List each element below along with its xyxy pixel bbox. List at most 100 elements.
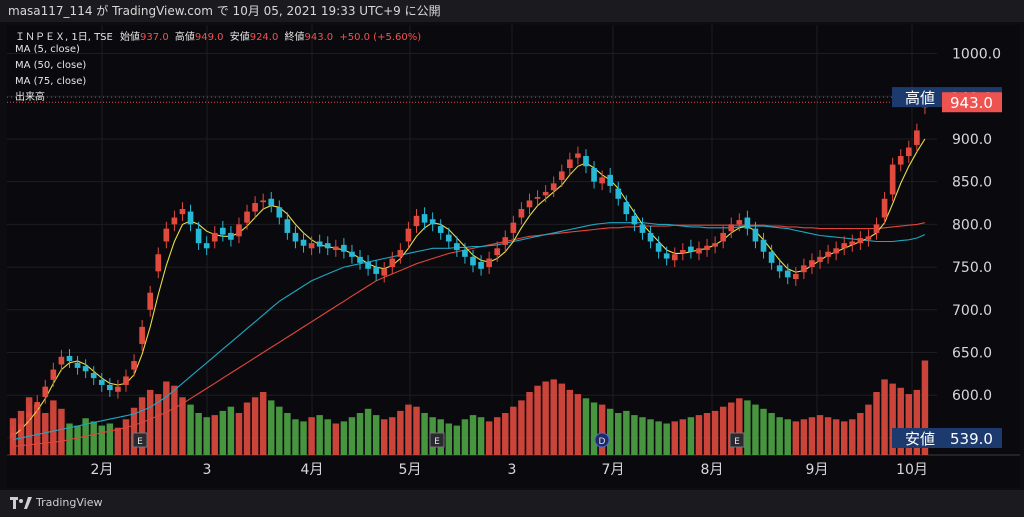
candle-body[interactable]: [841, 243, 848, 249]
candle-body[interactable]: [647, 232, 654, 242]
candle-body[interactable]: [236, 224, 242, 237]
candle-body[interactable]: [139, 326, 145, 344]
candle-body[interactable]: [203, 243, 210, 249]
candle-body[interactable]: [381, 268, 388, 276]
candle-body[interactable]: [421, 214, 428, 223]
candle-body[interactable]: [478, 261, 484, 269]
candle-body[interactable]: [171, 217, 178, 225]
candle-body[interactable]: [66, 355, 73, 362]
candle-body[interactable]: [260, 200, 266, 203]
candle-body[interactable]: [865, 236, 872, 240]
candle-body[interactable]: [98, 379, 105, 385]
candle-body[interactable]: [195, 228, 202, 244]
candle-body[interactable]: [341, 244, 347, 252]
candle-body[interactable]: [752, 228, 759, 242]
candle-body[interactable]: [631, 215, 638, 225]
candle-body[interactable]: [405, 228, 412, 242]
candle-body[interactable]: [494, 248, 501, 256]
ma75-legend[interactable]: MA (75, close): [15, 76, 86, 87]
candle-body[interactable]: [284, 219, 291, 233]
candle-body[interactable]: [575, 153, 581, 158]
candle-body[interactable]: [228, 232, 234, 240]
candle-body[interactable]: [316, 241, 323, 247]
ma5-legend[interactable]: MA (5, close): [15, 44, 80, 55]
candle-body[interactable]: [768, 251, 775, 263]
candle-body[interactable]: [736, 220, 743, 225]
candle-body[interactable]: [502, 237, 509, 245]
candle-body[interactable]: [542, 191, 549, 196]
candle-body[interactable]: [905, 147, 912, 157]
candle-body[interactable]: [671, 254, 678, 261]
candle-body[interactable]: [712, 243, 718, 247]
candle-body[interactable]: [744, 217, 751, 229]
candle-body[interactable]: [82, 366, 89, 372]
candle-body[interactable]: [42, 386, 49, 397]
candle-body[interactable]: [90, 373, 97, 379]
candle-body[interactable]: [817, 256, 823, 262]
candle-body[interactable]: [558, 171, 565, 180]
candle-body[interactable]: [567, 159, 573, 168]
candle-body[interactable]: [550, 183, 557, 191]
tradingview-logo[interactable]: TradingView: [10, 495, 102, 511]
candle-body[interactable]: [486, 258, 492, 268]
candle-body[interactable]: [663, 253, 670, 259]
candle-body[interactable]: [292, 232, 299, 242]
candle-body[interactable]: [373, 267, 379, 274]
candle-body[interactable]: [131, 361, 137, 370]
candle-body[interactable]: [809, 260, 815, 268]
candle-body[interactable]: [308, 243, 315, 249]
candle-body[interactable]: [454, 243, 460, 250]
candle-body[interactable]: [615, 188, 622, 199]
candle-body[interactable]: [623, 202, 630, 215]
candle-body[interactable]: [462, 250, 468, 257]
candle-body[interactable]: [332, 246, 339, 250]
candle-body[interactable]: [873, 224, 880, 233]
candle-body[interactable]: [50, 369, 57, 380]
candle-body[interactable]: [720, 232, 726, 242]
candle-body[interactable]: [34, 402, 41, 408]
candle-body[interactable]: [10, 432, 16, 438]
candle-body[interactable]: [526, 200, 533, 208]
candle-body[interactable]: [268, 198, 275, 206]
ma50-legend[interactable]: MA (50, close): [15, 60, 86, 71]
candle-body[interactable]: [510, 222, 517, 233]
candle-body[interactable]: [179, 209, 186, 215]
candle-body[interactable]: [211, 232, 218, 242]
candle-body[interactable]: [833, 248, 839, 254]
ma50-line[interactable]: [12, 222, 926, 441]
candle-body[interactable]: [147, 292, 154, 310]
candle-body[interactable]: [365, 261, 371, 269]
candle-body[interactable]: [696, 248, 702, 254]
candle-body[interactable]: [324, 243, 331, 249]
candle-body[interactable]: [276, 207, 283, 218]
candle-body[interactable]: [655, 243, 662, 252]
candle-body[interactable]: [470, 256, 476, 266]
candle-body[interactable]: [300, 239, 307, 246]
candle-body[interactable]: [897, 156, 904, 165]
candle-body[interactable]: [74, 362, 81, 368]
candle-body[interactable]: [639, 224, 646, 233]
candle-body[interactable]: [26, 412, 32, 418]
candle-body[interactable]: [760, 239, 767, 252]
candle-body[interactable]: [849, 241, 856, 245]
volume-legend[interactable]: 出来高: [15, 88, 45, 103]
candle-body[interactable]: [591, 168, 597, 182]
candle-body[interactable]: [881, 198, 888, 218]
candle-body[interactable]: [792, 273, 799, 280]
candle-body[interactable]: [801, 265, 807, 273]
candle-body[interactable]: [389, 258, 396, 268]
candle-body[interactable]: [163, 228, 170, 242]
candle-body[interactable]: [534, 197, 541, 199]
candle-body[interactable]: [252, 203, 258, 212]
candle-body[interactable]: [429, 219, 436, 225]
candle-body[interactable]: [155, 254, 162, 272]
candle-body[interactable]: [413, 215, 420, 227]
candle-body[interactable]: [825, 251, 831, 257]
price-chart[interactable]: 1000.0950.0900.0850.0800.0750.0700.0650.…: [7, 25, 1020, 488]
candle-body[interactable]: [397, 250, 404, 257]
candle-body[interactable]: [688, 246, 694, 252]
candle-body[interactable]: [704, 245, 710, 250]
candle-body[interactable]: [518, 209, 525, 218]
candle-body[interactable]: [607, 174, 614, 186]
candle-body[interactable]: [776, 265, 783, 272]
